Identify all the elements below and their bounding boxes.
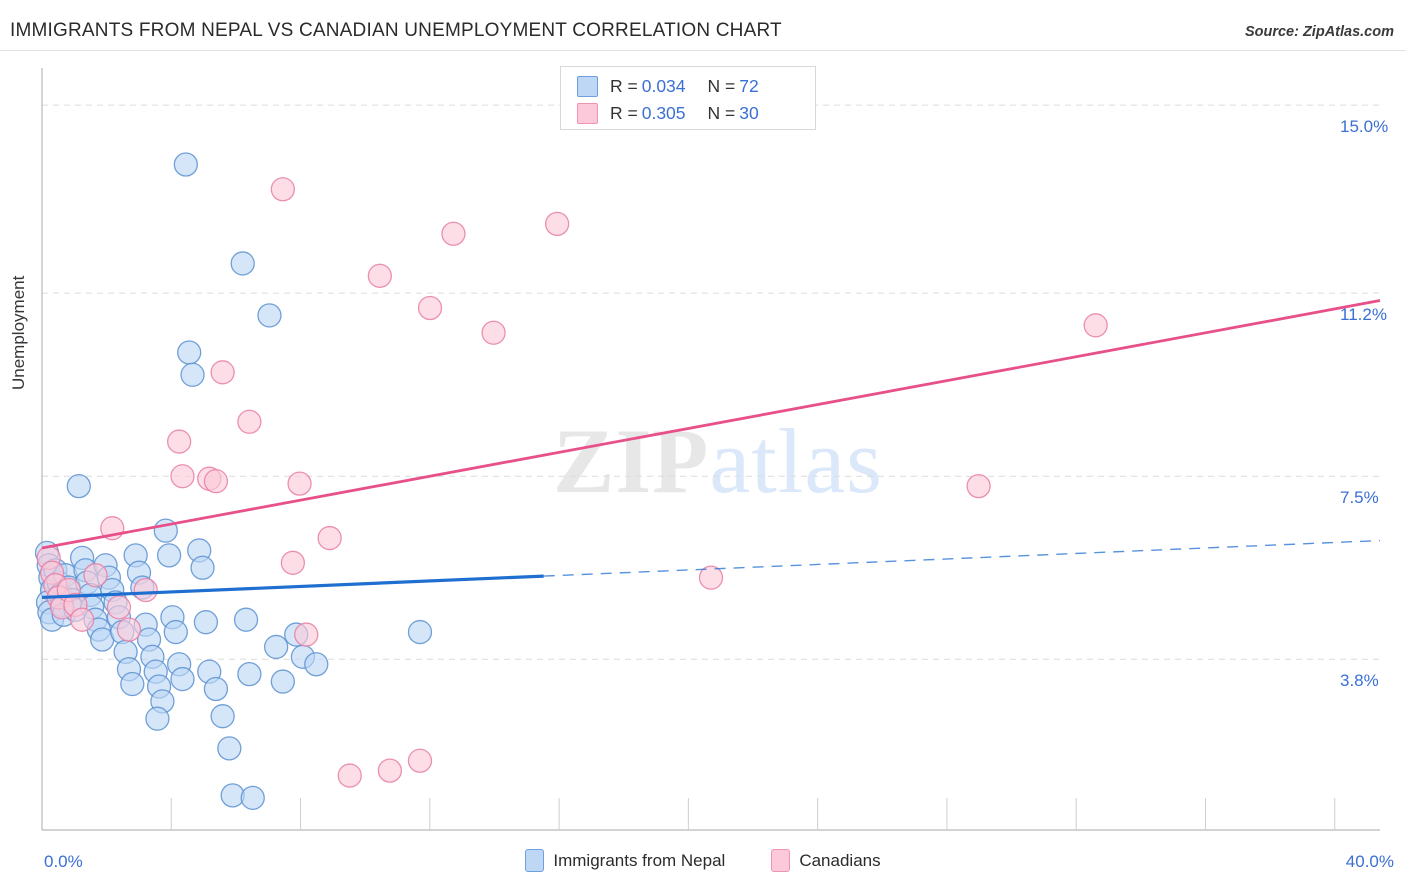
y-axis-title: Unemployment	[9, 275, 28, 390]
legend-r-label-canadians: R =	[610, 102, 638, 123]
scatter-points-canadians	[36, 177, 1108, 788]
axis-lines	[41, 68, 1380, 831]
y-tick-label-2: 7.5%	[1340, 488, 1379, 508]
series-legend-label-canadians: Canadians	[799, 850, 881, 870]
legend-r-value-nepal: 0.034	[641, 75, 686, 96]
legend-n-value-nepal: 72	[739, 75, 759, 96]
series-legend-item-immigrants-from-nepal[interactable]: Immigrants from Nepal	[525, 849, 725, 872]
plot-area	[34, 68, 1381, 831]
series-legend-label-immigrants-from-nepal: Immigrants from Nepal	[553, 850, 726, 870]
series-legend-swatch-immigrants-from-nepal	[525, 849, 545, 872]
series-legend-item-canadians[interactable]: Canadians	[771, 849, 881, 872]
correlation-chart: IMMIGRANTS FROM NEPAL VS CANADIAN UNEMPL…	[0, 0, 1406, 892]
y-tick-label-1: 11.2%	[1340, 305, 1387, 325]
y-tick-label-0: 15.0%	[1340, 117, 1389, 137]
stats-legend: R = 0.034 N = 72 R = 0.305 N = 30	[560, 66, 816, 130]
stats-legend-row-nepal: R = 0.034 N = 72	[577, 73, 759, 99]
stats-legend-row-canadians: R = 0.305 N = 30	[577, 100, 759, 126]
legend-swatch-canadians	[577, 102, 598, 124]
y-tick-label-3: 3.8%	[1340, 671, 1379, 691]
series-legend-swatch-canadians	[771, 849, 791, 872]
series-legend: Immigrants from Nepal Canadians	[0, 849, 1406, 872]
legend-n-label-canadians: N =	[707, 102, 736, 123]
legend-swatch-immigrants-from-nepal	[577, 75, 598, 97]
legend-r-label-nepal: R =	[610, 75, 638, 96]
legend-r-value-canadians: 0.305	[641, 102, 686, 123]
x-tick-marks	[170, 798, 1336, 830]
scatter-points-immigrants-from-nepal	[34, 152, 433, 810]
legend-n-label-nepal: N =	[707, 75, 736, 96]
legend-n-value-canadians: 30	[739, 102, 759, 123]
